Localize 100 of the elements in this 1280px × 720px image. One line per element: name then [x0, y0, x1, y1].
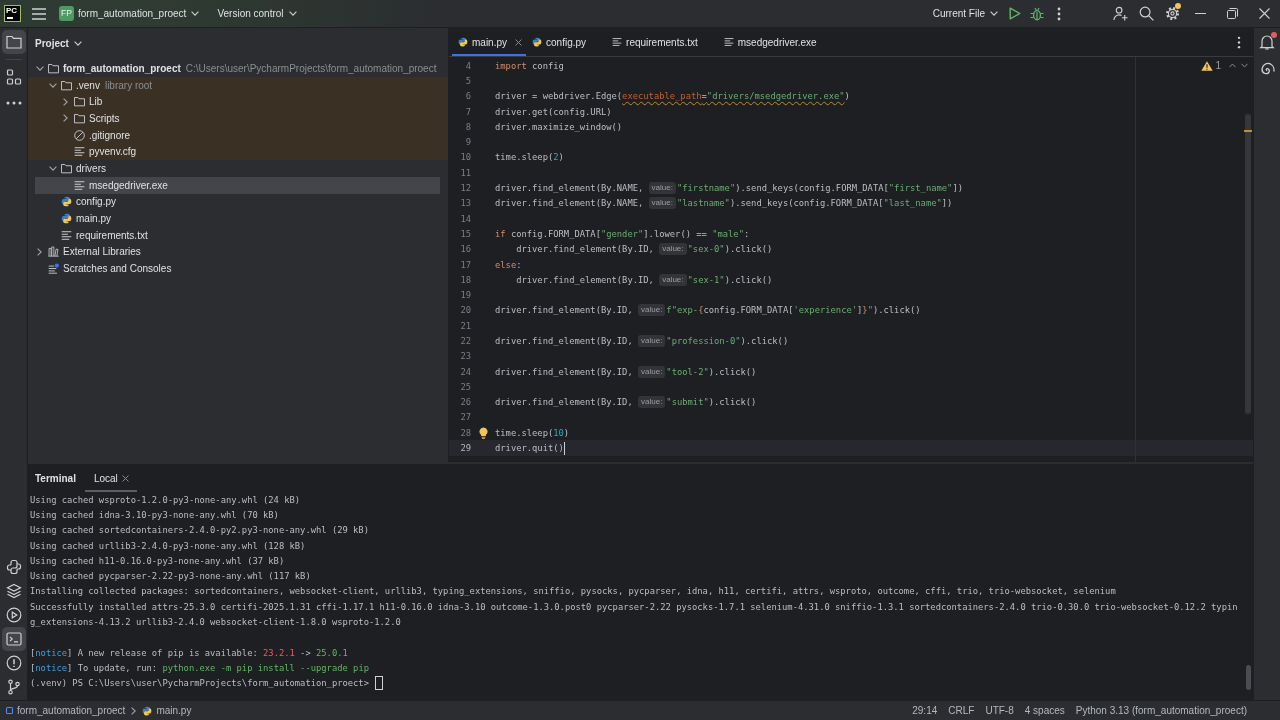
- line-number: 20: [459, 305, 471, 316]
- tree-item[interactable]: Scratches and Consoles: [28, 260, 448, 277]
- line-number: 29: [459, 443, 471, 454]
- line-number: 21: [459, 320, 471, 331]
- structure-icon[interactable]: [5, 69, 22, 85]
- tree-item-hint: library root: [104, 79, 153, 91]
- tree-item[interactable]: Scripts: [28, 110, 448, 127]
- chevron-right-icon[interactable]: [63, 97, 68, 106]
- code-text: driver.get(config.URL): [495, 106, 612, 117]
- code-text: driver.find_element(By.ID,: [495, 366, 634, 377]
- code-text: driver.maximize_window(): [495, 121, 623, 132]
- minimize-icon[interactable]: [1194, 13, 1206, 14]
- restore-icon[interactable]: [1226, 8, 1238, 19]
- scrollbar-thumb[interactable]: [1246, 665, 1251, 690]
- code-text: driver.find_element(By.ID,: [495, 336, 634, 346]
- more-horizontal-icon[interactable]: [5, 101, 22, 105]
- add-user-icon[interactable]: [1112, 6, 1128, 21]
- text-cursor: [563, 441, 565, 455]
- inlay-hint: value:: [648, 197, 676, 210]
- branch-icon[interactable]: [5, 679, 22, 695]
- terminal-line: (.venv) PS C:\Users\user\PycharmProjects\form_automation_proect>: [30, 678, 369, 689]
- editor-tab[interactable]: main.py: [452, 28, 526, 56]
- chevron-down-icon[interactable]: [35, 65, 44, 71]
- status-item[interactable]: Python 3.13 (form_automation_proect): [1075, 705, 1247, 716]
- line-number: 9: [464, 137, 471, 148]
- inlay-hint: value:: [638, 335, 666, 347]
- bug-icon[interactable]: [1030, 6, 1044, 21]
- terminal-line: Installing collected packages: sortedcontainers, websocket-client, urllib3, typing_extensions, sniffio, pysocks, pycparser, idna, h11, certifi, attrs, wsproto, outcome, cffi, trio, trio-websocket, selenium: [30, 586, 1116, 597]
- tree-item[interactable]: main.py: [28, 210, 448, 227]
- line-number: 15: [459, 228, 471, 239]
- chevron-down-icon[interactable]: [1241, 63, 1248, 68]
- play-icon[interactable]: [1009, 7, 1021, 20]
- folder-icon[interactable]: [1, 30, 26, 54]
- chevron-down-icon[interactable]: [48, 165, 57, 171]
- app-logo[interactable]: PC: [4, 5, 21, 22]
- code-text: time.sleep(10): [495, 427, 570, 438]
- menu-icon[interactable]: [32, 7, 46, 20]
- scrollbar-thumb[interactable]: [1245, 114, 1251, 414]
- python-file-icon: [61, 213, 72, 225]
- status-item[interactable]: UTF-8: [985, 705, 1014, 716]
- close-icon[interactable]: [1258, 8, 1270, 19]
- tree-item[interactable]: form_automation_proect C:\Users\user\PycharmProjects\form_automation_proect: [28, 60, 448, 77]
- chevron-right-icon: [131, 706, 137, 715]
- tree-item[interactable]: requirements.txt: [28, 226, 448, 244]
- line-number: 23: [459, 351, 471, 362]
- chevron-right-icon[interactable]: [37, 247, 42, 256]
- status-item[interactable]: 4 spaces: [1024, 705, 1065, 716]
- play-circle-icon[interactable]: [5, 607, 22, 623]
- editor-tab[interactable]: msedgedriver.exe: [717, 28, 837, 56]
- close-icon[interactable]: [515, 38, 522, 46]
- terminal-icon[interactable]: [1, 627, 26, 651]
- editor-tab[interactable]: requirements.txt: [606, 28, 718, 56]
- terminal-line: Using cached urllib3-2.4.0-py3-none-any.whl (128 kB): [30, 540, 306, 551]
- code-text: "profession-0").click(): [666, 336, 789, 346]
- chevron-right-icon[interactable]: [63, 114, 68, 123]
- version-control-menu[interactable]: Version control: [217, 8, 297, 19]
- code-text: else:: [495, 259, 522, 270]
- project-view-dropdown[interactable]: Project: [35, 37, 82, 49]
- tree-item[interactable]: External Libraries: [28, 243, 448, 261]
- project-selector[interactable]: form_automation_proect: [78, 8, 200, 19]
- settings-icon[interactable]: [1164, 6, 1180, 21]
- tree-item[interactable]: Lib: [28, 93, 448, 111]
- tree-item[interactable]: drivers: [28, 160, 448, 177]
- square-icon: [6, 707, 13, 714]
- more-vertical-icon[interactable]: [1237, 35, 1241, 49]
- line-number: 24: [459, 366, 471, 377]
- tree-item[interactable]: config.py: [28, 193, 448, 211]
- terminal-line: g_extensions-4.13.2 urllib3-2.4.0 websocket-client-1.8.0 wsproto-1.2.0: [30, 617, 401, 627]
- text-file-icon: [74, 146, 85, 158]
- terminal-tab[interactable]: Local: [84, 464, 137, 492]
- python-console-icon[interactable]: [5, 559, 22, 575]
- breadcrumb[interactable]: main.py: [142, 705, 192, 716]
- chevron-down-icon: [990, 11, 998, 16]
- breadcrumb[interactable]: form_automation_proect: [6, 705, 126, 716]
- tree-item-hint: C:\Users\user\PycharmProjects\form_automation_proect: [185, 62, 437, 74]
- run-configuration-selector[interactable]: Current File: [932, 8, 998, 19]
- close-icon[interactable]: [121, 474, 129, 482]
- more-vertical-icon[interactable]: [1057, 6, 1061, 21]
- editor-tab[interactable]: config.py: [526, 28, 607, 56]
- status-item[interactable]: 29:14: [912, 705, 938, 716]
- search-icon[interactable]: [1138, 6, 1154, 21]
- tree-item[interactable]: .venv library root: [28, 76, 448, 94]
- chevron-up-icon[interactable]: [1229, 63, 1236, 68]
- chevron-down-icon[interactable]: [48, 82, 57, 88]
- status-item[interactable]: CRLF: [948, 705, 975, 716]
- line-number: 18: [459, 274, 471, 285]
- tree-item[interactable]: pyvenv.cfg: [28, 143, 448, 161]
- exclamation-circle-icon[interactable]: [5, 655, 22, 671]
- warning-icon[interactable]: [1201, 60, 1214, 71]
- line-number: 6: [464, 91, 471, 102]
- lightbulb-icon[interactable]: [478, 426, 488, 439]
- python-file-icon: [61, 196, 72, 208]
- bell-icon[interactable]: [1259, 34, 1275, 50]
- line-number: 5: [464, 75, 471, 86]
- code-text: driver.find_element(By.NAME,: [495, 183, 645, 193]
- code-text: driver = webdriver.Edge(executable_path="drivers/msedgedriver.exe"): [495, 91, 850, 102]
- code-text: driver.find_element(By.ID,: [515, 244, 655, 255]
- layers-icon[interactable]: [5, 583, 22, 599]
- inlay-hint: value:: [648, 182, 676, 194]
- warning-count[interactable]: 1: [1215, 60, 1221, 71]
